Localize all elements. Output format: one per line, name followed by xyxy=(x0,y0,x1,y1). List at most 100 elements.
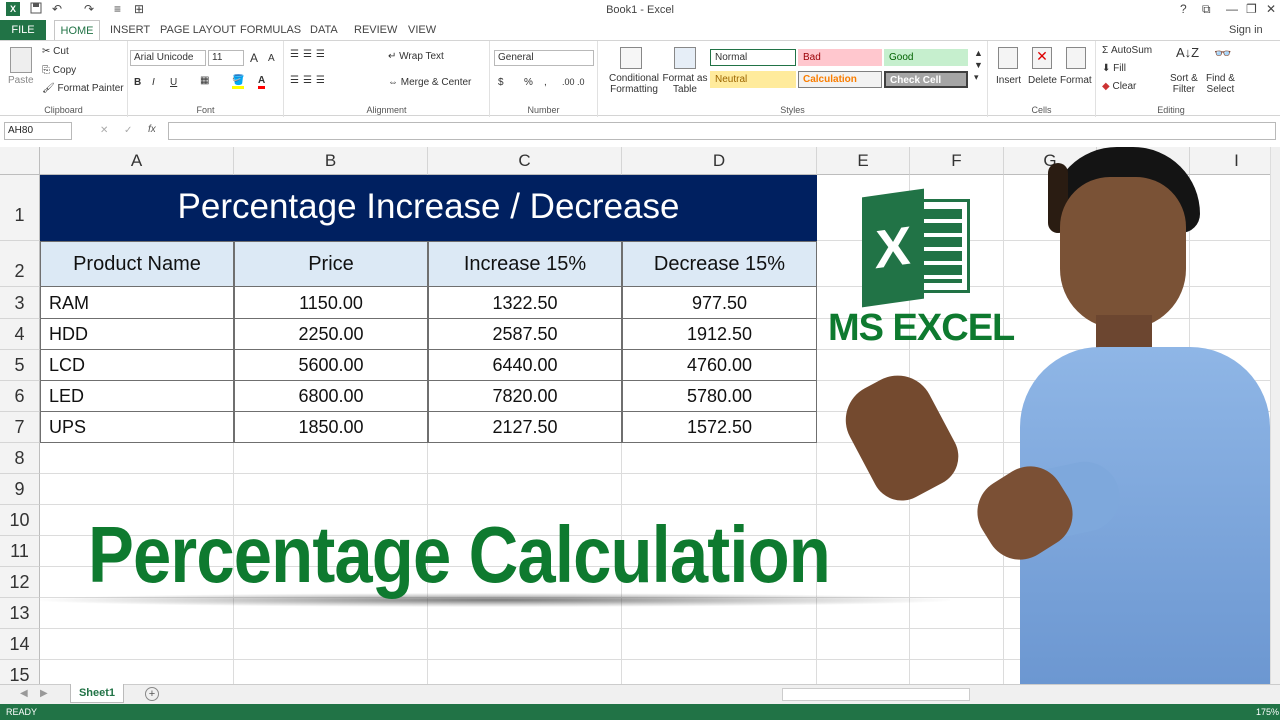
conditional-formatting-icon[interactable] xyxy=(620,47,642,69)
tab-home[interactable]: HOME xyxy=(54,20,100,41)
autosum-button[interactable]: Σ AutoSum xyxy=(1102,45,1152,56)
horizontal-scrollbar[interactable] xyxy=(782,688,970,701)
fill-color-icon[interactable]: 🪣 xyxy=(232,75,245,89)
sheet-tab-sheet1[interactable]: Sheet1 xyxy=(70,684,124,703)
paste-button[interactable]: Paste xyxy=(8,75,34,86)
table-header-cell[interactable]: Product Name xyxy=(40,241,234,287)
table-cell[interactable]: 2587.50 xyxy=(428,319,622,350)
table-cell[interactable]: LCD xyxy=(40,350,234,381)
sign-in-link[interactable]: Sign in xyxy=(1229,20,1263,40)
name-box[interactable]: AH80 xyxy=(4,122,72,140)
row-header-7[interactable]: 7 xyxy=(0,412,40,443)
close-icon[interactable]: ✕ xyxy=(1266,2,1276,16)
tab-insert[interactable]: INSERT xyxy=(110,20,150,40)
grow-font-button[interactable]: A xyxy=(250,51,258,65)
row-header-5[interactable]: 5 xyxy=(0,350,40,381)
table-cell[interactable]: 4760.00 xyxy=(622,350,817,381)
table-cell[interactable]: 977.50 xyxy=(622,287,817,319)
row-header-2[interactable]: 2 xyxy=(0,241,40,287)
tab-review[interactable]: REVIEW xyxy=(354,20,397,40)
tab-view[interactable]: VIEW xyxy=(408,20,436,40)
sort-filter-icon[interactable]: A↓Z xyxy=(1176,45,1199,60)
tab-data[interactable]: DATA xyxy=(310,20,338,40)
table-cell[interactable]: 6440.00 xyxy=(428,350,622,381)
help-icon[interactable]: ? xyxy=(1180,2,1187,16)
format-button[interactable]: Format xyxy=(1060,75,1092,86)
format-painter-button[interactable]: 🖌 Format Painter xyxy=(42,83,124,94)
style-neutral[interactable]: Neutral xyxy=(710,71,796,88)
font-size-select[interactable]: 11 xyxy=(208,50,244,66)
shrink-font-button[interactable]: A xyxy=(268,53,275,64)
borders-icon[interactable]: ▦ xyxy=(200,75,209,86)
formula-input[interactable] xyxy=(168,122,1276,140)
column-header-c[interactable]: C xyxy=(428,147,622,175)
new-sheet-button[interactable]: + xyxy=(145,687,159,701)
row-header-4[interactable]: 4 xyxy=(0,319,40,350)
ribbon-options-icon[interactable]: ⧉ xyxy=(1202,2,1211,17)
column-header-d[interactable]: D xyxy=(622,147,817,175)
row-header-9[interactable]: 9 xyxy=(0,474,40,505)
merge-center-button[interactable]: ⇔ Merge & Center xyxy=(388,77,471,88)
table-title[interactable]: Percentage Increase / Decrease xyxy=(40,175,817,241)
row-header-3[interactable]: 3 xyxy=(0,287,40,319)
underline-button[interactable]: U xyxy=(170,77,177,88)
sort-filter-button[interactable]: Sort & Filter xyxy=(1170,73,1198,95)
insert-button[interactable]: Insert xyxy=(996,75,1021,86)
row-header-11[interactable]: 11 xyxy=(0,536,40,567)
table-cell[interactable]: LED xyxy=(40,381,234,412)
binoculars-icon[interactable]: 👓 xyxy=(1214,45,1231,62)
find-select-button[interactable]: Find & Select xyxy=(1206,73,1235,95)
worksheet-grid[interactable]: ABCDEFGHI 123456789101112131415 Percenta… xyxy=(0,147,1270,684)
table-cell[interactable]: RAM xyxy=(40,287,234,319)
conditional-formatting-button[interactable]: Conditional Formatting xyxy=(604,73,664,95)
style-check-cell[interactable]: Check Cell xyxy=(884,71,968,88)
currency-button[interactable]: $ xyxy=(498,77,504,88)
row-header-6[interactable]: 6 xyxy=(0,381,40,412)
wrap-text-button[interactable]: ↵ Wrap Text xyxy=(388,51,444,62)
table-cell[interactable]: UPS xyxy=(40,412,234,443)
next-sheet-icon[interactable]: ▶ xyxy=(40,688,48,699)
row-header-14[interactable]: 14 xyxy=(0,629,40,660)
table-cell[interactable]: 5600.00 xyxy=(234,350,428,381)
column-header-a[interactable]: A xyxy=(40,147,234,175)
column-header-e[interactable]: E xyxy=(817,147,910,175)
table-cell[interactable]: 1850.00 xyxy=(234,412,428,443)
table-cell[interactable]: 6800.00 xyxy=(234,381,428,412)
copy-button[interactable]: ⎘ Copy xyxy=(42,65,76,76)
table-cell[interactable]: 1322.50 xyxy=(428,287,622,319)
fill-button[interactable]: ⬇ Fill xyxy=(1102,63,1126,74)
table-cell[interactable]: 7820.00 xyxy=(428,381,622,412)
enter-icon[interactable]: ✓ xyxy=(124,125,132,136)
clear-button[interactable]: ◆ Clear xyxy=(1102,81,1136,92)
tab-formulas[interactable]: FORMULAS xyxy=(240,20,301,40)
row-header-8[interactable]: 8 xyxy=(0,443,40,474)
minimize-icon[interactable]: — xyxy=(1226,2,1238,16)
tab-page-layout[interactable]: PAGE LAYOUT xyxy=(160,20,236,40)
format-as-table-button[interactable]: Format as Table xyxy=(660,73,710,95)
restore-icon[interactable]: ❐ xyxy=(1246,2,1257,16)
style-bad[interactable]: Bad xyxy=(798,49,882,66)
insert-cells-icon[interactable] xyxy=(998,47,1018,69)
format-cells-icon[interactable] xyxy=(1066,47,1086,69)
style-good[interactable]: Good xyxy=(884,49,968,66)
bold-button[interactable]: B xyxy=(134,77,141,88)
column-header-f[interactable]: F xyxy=(910,147,1004,175)
tab-file[interactable]: FILE xyxy=(0,20,46,40)
table-header-cell[interactable]: Increase 15% xyxy=(428,241,622,287)
italic-button[interactable]: I xyxy=(152,77,155,88)
table-cell[interactable]: 2250.00 xyxy=(234,319,428,350)
format-as-table-icon[interactable] xyxy=(674,47,696,69)
row-header-12[interactable]: 12 xyxy=(0,567,40,598)
row-header-1[interactable]: 1 xyxy=(0,175,40,241)
table-cell[interactable]: 1572.50 xyxy=(622,412,817,443)
table-cell[interactable]: 1912.50 xyxy=(622,319,817,350)
style-calculation[interactable]: Calculation xyxy=(798,71,882,88)
cancel-icon[interactable]: ✕ xyxy=(100,125,108,136)
table-cell[interactable]: 1150.00 xyxy=(234,287,428,319)
delete-button[interactable]: Delete xyxy=(1028,75,1057,86)
zoom-level[interactable]: 175% xyxy=(1256,707,1279,717)
row-header-13[interactable]: 13 xyxy=(0,598,40,629)
font-name-select[interactable]: Arial Unicode xyxy=(130,50,206,66)
align-left-icons[interactable]: ☰☰☰ xyxy=(290,75,329,86)
font-color-icon[interactable]: A xyxy=(258,75,266,89)
